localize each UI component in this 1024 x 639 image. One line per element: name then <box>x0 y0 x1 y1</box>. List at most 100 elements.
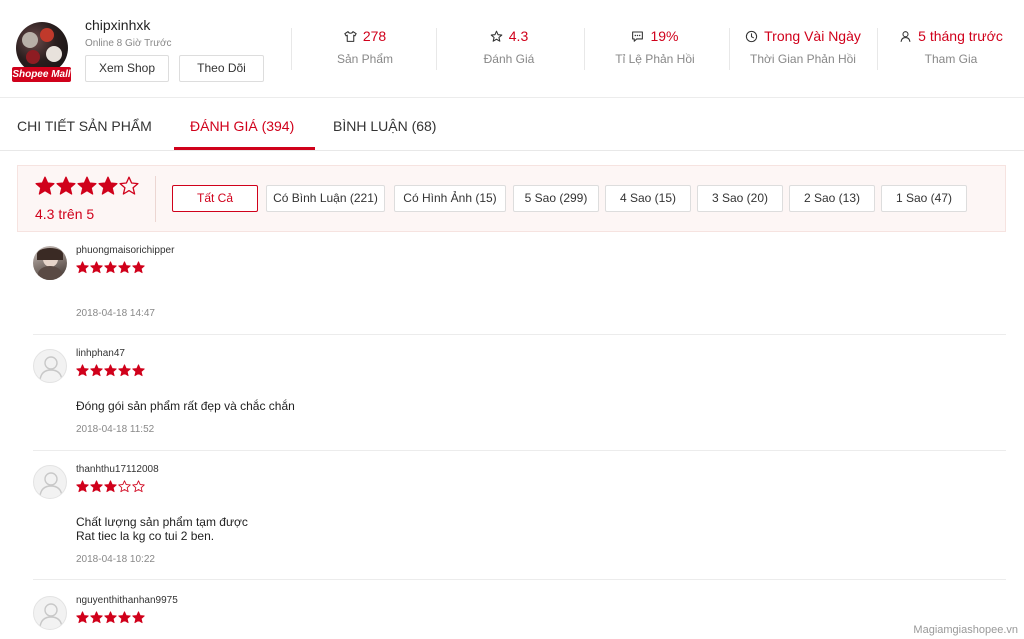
star-filled-icon <box>118 261 131 274</box>
reviewer-avatar[interactable] <box>33 246 67 280</box>
filter-all[interactable]: Tất Cả <box>172 185 258 212</box>
default-avatar-icon <box>39 472 63 497</box>
shirt-icon <box>344 30 357 42</box>
tab-reviews[interactable]: ĐÁNH GIÁ (394) <box>190 118 294 134</box>
rating-stars <box>35 176 139 196</box>
star-filled-icon <box>104 480 117 493</box>
star-filled-icon <box>104 364 117 377</box>
review-stars <box>76 611 145 624</box>
star-filled-icon <box>118 364 131 377</box>
stat-rating: 4.3 Đánh Giá <box>459 28 559 66</box>
review-comment: Chất lượng sản phẩm tạm được <box>76 515 248 529</box>
divider <box>291 28 292 70</box>
stat-value: 19% <box>650 28 679 44</box>
star-filled-icon <box>35 176 55 195</box>
star-empty-icon <box>118 480 131 493</box>
star-filled-icon <box>104 611 117 624</box>
reviewer-username[interactable]: linhphan47 <box>76 348 125 359</box>
star-filled-icon <box>76 480 89 493</box>
stat-products: 278 Sản Phẩm <box>310 28 420 66</box>
reviewer-avatar[interactable] <box>33 465 67 499</box>
shopee-mall-badge: Shopee Mall <box>12 67 71 82</box>
star-filled-icon <box>90 364 103 377</box>
reviewer-username[interactable]: nguyenthithanhan9975 <box>76 595 178 606</box>
filter-with-comment[interactable]: Có Bình Luận (221) <box>266 185 385 212</box>
shop-header: Shopee Mall chipxinhxk Online 8 Giờ Trướ… <box>0 0 1024 98</box>
stat-response-rate: 19% Tỉ Lệ Phản Hồi <box>600 28 710 66</box>
stat-joined: 5 tháng trước Tham Gia <box>890 28 1012 66</box>
reviewer-username[interactable]: phuongmaisorichipper <box>76 245 174 256</box>
star-filled-icon <box>76 364 89 377</box>
filter-5-star[interactable]: 5 Sao (299) <box>513 185 599 212</box>
divider <box>584 28 585 70</box>
rating-average: 4.3 trên 5 <box>35 206 95 222</box>
stat-value: 278 <box>362 28 387 44</box>
star-filled-icon <box>132 261 145 274</box>
review-item: thanhthu17112008 Chất lượng sản phẩm tạm… <box>33 464 1006 570</box>
review-item: linhphan47 Đóng gói sản phẩm rất đẹp và … <box>33 348 1006 439</box>
star-filled-icon <box>76 261 89 274</box>
watermark-text: Magiamgiashopee.vn <box>913 624 1018 636</box>
review-divider <box>33 450 1006 451</box>
user-icon <box>900 30 911 42</box>
shop-online-status: Online 8 Giờ Trước <box>85 38 172 49</box>
stat-value: 5 tháng trước <box>918 28 1003 44</box>
star-filled-icon <box>76 611 89 624</box>
filter-1-star[interactable]: 1 Sao (47) <box>881 185 967 212</box>
clock-icon <box>745 30 758 42</box>
review-divider <box>33 334 1006 335</box>
review-stars <box>76 261 145 274</box>
review-date: 2018-04-18 14:47 <box>76 308 155 319</box>
stat-value: Trong Vài Ngày <box>764 28 861 44</box>
star-filled-icon <box>104 261 117 274</box>
divider <box>729 28 730 70</box>
star-filled-icon <box>98 176 118 195</box>
view-shop-button[interactable]: Xem Shop <box>85 55 169 82</box>
chat-icon <box>632 31 644 42</box>
stat-label: Thời Gian Phản Hồi <box>750 52 856 66</box>
star-filled-icon <box>90 611 103 624</box>
product-reviews-page: Shopee Mall chipxinhxk Online 8 Giờ Trướ… <box>0 0 1024 639</box>
star-empty-icon <box>132 480 145 493</box>
active-tab-indicator <box>174 147 315 150</box>
default-avatar-icon <box>39 356 63 381</box>
review-item: nguyenthithanhan9975 <box>33 595 1006 639</box>
follow-shop-button[interactable]: Theo Dõi <box>179 55 264 82</box>
review-comment: Rat tiec la kg co tui 2 ben. <box>76 529 215 543</box>
star-filled-icon <box>90 480 103 493</box>
star-icon <box>490 30 503 42</box>
stat-label: Tham Gia <box>924 52 978 66</box>
stat-label: Tỉ Lệ Phản Hồi <box>615 52 695 66</box>
review-stars <box>76 480 145 493</box>
stat-label: Đánh Giá <box>483 52 535 66</box>
stat-value: 4.3 <box>508 28 529 44</box>
reviewer-avatar[interactable] <box>33 349 67 383</box>
tab-comments[interactable]: BÌNH LUẬN (68) <box>333 118 436 134</box>
filter-2-star[interactable]: 2 Sao (13) <box>789 185 875 212</box>
default-avatar-icon <box>39 603 63 628</box>
divider <box>877 28 878 70</box>
star-filled-icon <box>56 176 76 195</box>
review-comment: Đóng gói sản phẩm rất đẹp và chắc chắn <box>76 399 295 413</box>
filter-3-star[interactable]: 3 Sao (20) <box>697 185 783 212</box>
star-filled-icon <box>118 611 131 624</box>
reviewer-avatar[interactable] <box>33 596 67 630</box>
rating-summary: 4.3 trên 5 Tất Cả Có Bình Luận (221) Có … <box>17 165 1006 232</box>
stat-response-time: Trong Vài Ngày Thời Gian Phản Hồi <box>738 28 868 66</box>
tab-product-details[interactable]: CHI TIẾT SẢN PHẨM <box>17 118 152 134</box>
star-filled-icon <box>90 261 103 274</box>
stat-label: Sản Phẩm <box>336 52 394 66</box>
review-divider <box>33 579 1006 580</box>
divider <box>436 28 437 70</box>
filter-with-image[interactable]: Có Hình Ảnh (15) <box>394 185 506 212</box>
filter-4-star[interactable]: 4 Sao (15) <box>605 185 691 212</box>
review-stars <box>76 364 145 377</box>
review-date: 2018-04-18 11:52 <box>76 424 155 435</box>
review-item: phuongmaisorichipper 2018-04-18 14:47 <box>33 245 1006 326</box>
reviewer-username[interactable]: thanhthu17112008 <box>76 464 159 475</box>
star-filled-icon <box>77 176 97 195</box>
shop-name[interactable]: chipxinhxk <box>85 17 150 33</box>
review-date: 2018-04-18 10:22 <box>76 554 155 565</box>
product-tabs: CHI TIẾT SẢN PHẨM ĐÁNH GIÁ (394) BÌNH LU… <box>0 106 1024 151</box>
star-filled-icon <box>132 611 145 624</box>
